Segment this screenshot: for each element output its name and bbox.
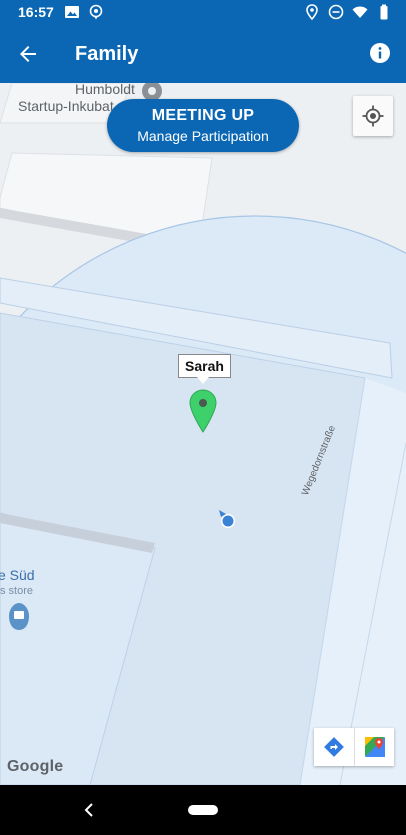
poi-label-line2: Startup-Inkubat <box>18 98 114 114</box>
directions-icon <box>324 737 344 757</box>
image-icon <box>65 6 79 18</box>
member-name-tag: Sarah <box>178 354 231 378</box>
google-maps-icon <box>364 737 385 757</box>
status-time: 16:57 <box>18 4 54 20</box>
open-maps-button[interactable] <box>353 728 395 766</box>
location-icon <box>306 4 318 20</box>
nav-back-icon[interactable] <box>82 802 96 818</box>
nav-home-pill[interactable] <box>188 805 218 815</box>
info-icon[interactable] <box>368 41 392 65</box>
map-view[interactable]: Humboldt Startup-Inkubat MEETING UP Mana… <box>0 83 406 785</box>
arrow-back-icon[interactable] <box>16 42 40 66</box>
meeting-title: MEETING UP <box>151 107 255 124</box>
crosshair-icon <box>362 105 384 127</box>
app-bar: Family <box>0 26 406 83</box>
map-toolbar <box>314 728 394 766</box>
poi-left-name: e Süd <box>0 567 35 583</box>
meeting-up-button[interactable]: MEETING UP Manage Participation <box>107 99 299 152</box>
battery-icon <box>380 4 388 20</box>
wifi-icon <box>352 6 368 18</box>
system-nav-bar <box>0 785 406 835</box>
my-location-button[interactable] <box>353 96 393 136</box>
meeting-subtitle: Manage Participation <box>137 128 269 144</box>
member-pin-icon[interactable] <box>189 389 217 433</box>
location-tracking-icon <box>89 4 103 20</box>
do-not-disturb-icon <box>328 4 344 20</box>
directions-button[interactable] <box>314 728 354 766</box>
name-tag-arrow <box>197 377 209 384</box>
google-logo: Google <box>7 758 63 776</box>
map-background <box>0 83 406 785</box>
poi-left-sub: s store <box>0 585 34 597</box>
page-title: Family <box>75 43 139 65</box>
poi-label-line1: Humboldt <box>75 83 135 97</box>
status-bar: 16:57 <box>0 0 406 26</box>
google-attribution: Google <box>7 758 64 775</box>
